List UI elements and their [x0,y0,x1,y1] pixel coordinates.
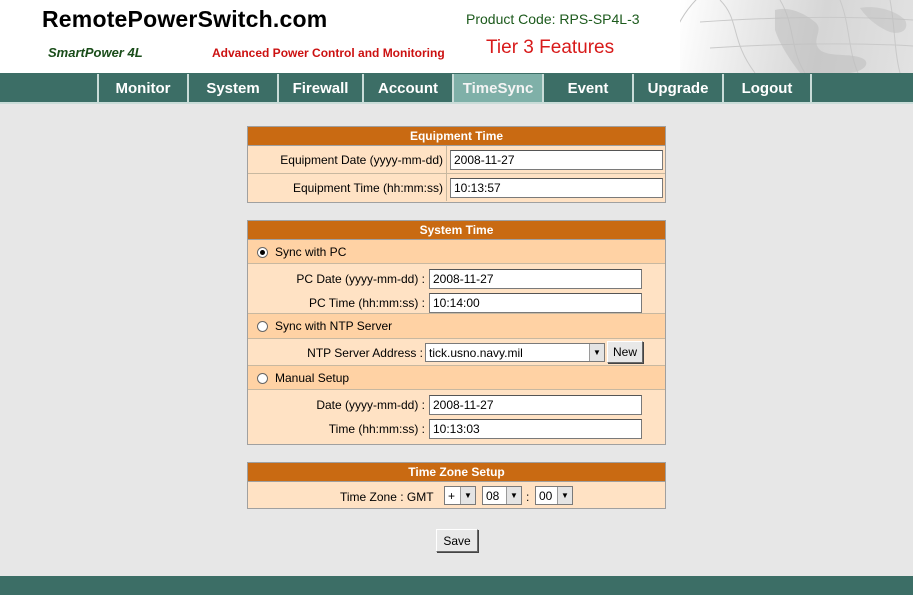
timezone-label: Time Zone : GMT [340,490,434,504]
ntp-server-label: NTP Server Address : [307,346,423,360]
equipment-time-title: Equipment Time [248,127,665,146]
pc-date-input[interactable] [429,269,642,289]
ntp-server-row: NTP Server Address : tick.usno.navy.mil … [248,339,665,366]
new-ntp-button[interactable]: New [607,341,643,363]
manual-setup-label: Manual Setup [275,371,350,385]
save-button[interactable]: Save [436,529,478,552]
timezone-hours-select[interactable]: 08 ▼ [482,486,522,505]
sync-ntp-row[interactable]: Sync with NTP Server [248,314,665,339]
timezone-title: Time Zone Setup [248,463,665,482]
nav-event[interactable]: Event [542,74,632,102]
equipment-date-input[interactable] [450,150,663,170]
equipment-time-label: Equipment Time (hh:mm:ss) [292,181,443,195]
pc-time-group: PC Date (yyyy-mm-dd) : PC Time (hh:mm:ss… [248,264,665,314]
column-divider [446,146,447,173]
nav-firewall[interactable]: Firewall [277,74,362,102]
equipment-date-row: Equipment Date (yyyy-mm-dd) [248,146,665,174]
sync-pc-row[interactable]: Sync with PC [248,240,665,264]
timezone-sign-select[interactable]: + ▼ [444,486,476,505]
pc-time-input[interactable] [429,293,642,313]
tagline: Advanced Power Control and Monitoring [212,46,445,60]
tier-label: Tier 3 Features [486,37,615,58]
pc-time-label: PC Time (hh:mm:ss) : [308,296,425,310]
chevron-down-icon[interactable]: ▼ [506,487,521,504]
manual-date-input[interactable] [429,395,642,415]
nav-account[interactable]: Account [362,74,452,102]
chevron-down-icon[interactable]: ▼ [589,344,604,361]
system-time-title: System Time [248,221,665,240]
timezone-sign-value: + [448,488,456,503]
manual-time-label: Time (hh:mm:ss) : [328,422,425,436]
model-name: SmartPower 4L [48,45,143,60]
timezone-hours-value: 08 [486,488,500,503]
equipment-time-panel: Equipment Time Equipment Date (yyyy-mm-d… [247,126,666,203]
timezone-colon: : [526,490,530,504]
nav-monitor[interactable]: Monitor [97,74,187,102]
manual-time-input[interactable] [429,419,642,439]
equipment-time-row: Equipment Time (hh:mm:ss) [248,174,665,201]
manual-setup-row[interactable]: Manual Setup [248,366,665,390]
timezone-minutes-value: 00 [539,488,553,503]
chevron-down-icon[interactable]: ▼ [557,487,572,504]
equipment-date-label: Equipment Date (yyyy-mm-dd) [280,153,443,167]
nav-logout[interactable]: Logout [722,74,812,102]
manual-date-label: Date (yyyy-mm-dd) : [316,398,425,412]
ntp-server-select[interactable]: tick.usno.navy.mil ▼ [425,343,605,362]
main-nav: Monitor System Firewall Account TimeSync… [0,73,913,104]
page-header: RemotePowerSwitch.com SmartPower 4L Adva… [0,0,913,73]
timezone-panel: Time Zone Setup Time Zone : GMT + ▼ 08 ▼… [247,462,666,509]
manual-time-group: Date (yyyy-mm-dd) : Time (hh:mm:ss) : [248,390,665,441]
product-code: Product Code: RPS-SP4L-3 [466,11,640,27]
timezone-row: Time Zone : GMT + ▼ 08 ▼ : 00 ▼ [248,482,665,508]
timezone-minutes-select[interactable]: 00 ▼ [535,486,573,505]
manual-setup-radio[interactable] [257,373,268,384]
sync-pc-label: Sync with PC [275,245,347,259]
nav-upgrade[interactable]: Upgrade [632,74,722,102]
page-footer [0,576,913,595]
pc-date-label: PC Date (yyyy-mm-dd) : [296,272,425,286]
ntp-server-value: tick.usno.navy.mil [429,345,523,360]
sync-ntp-label: Sync with NTP Server [275,319,393,333]
globe-icon [680,0,913,73]
column-divider [446,174,447,201]
sync-pc-radio[interactable] [257,247,268,258]
system-time-panel: System Time Sync with PC PC Date (yyyy-m… [247,220,666,445]
globe-graphic [680,0,913,73]
nav-system[interactable]: System [187,74,277,102]
chevron-down-icon[interactable]: ▼ [460,487,475,504]
equipment-time-input[interactable] [450,178,663,198]
nav-timesync[interactable]: TimeSync [452,74,542,102]
brand-title: RemotePowerSwitch.com [42,6,328,32]
sync-ntp-radio[interactable] [257,321,268,332]
